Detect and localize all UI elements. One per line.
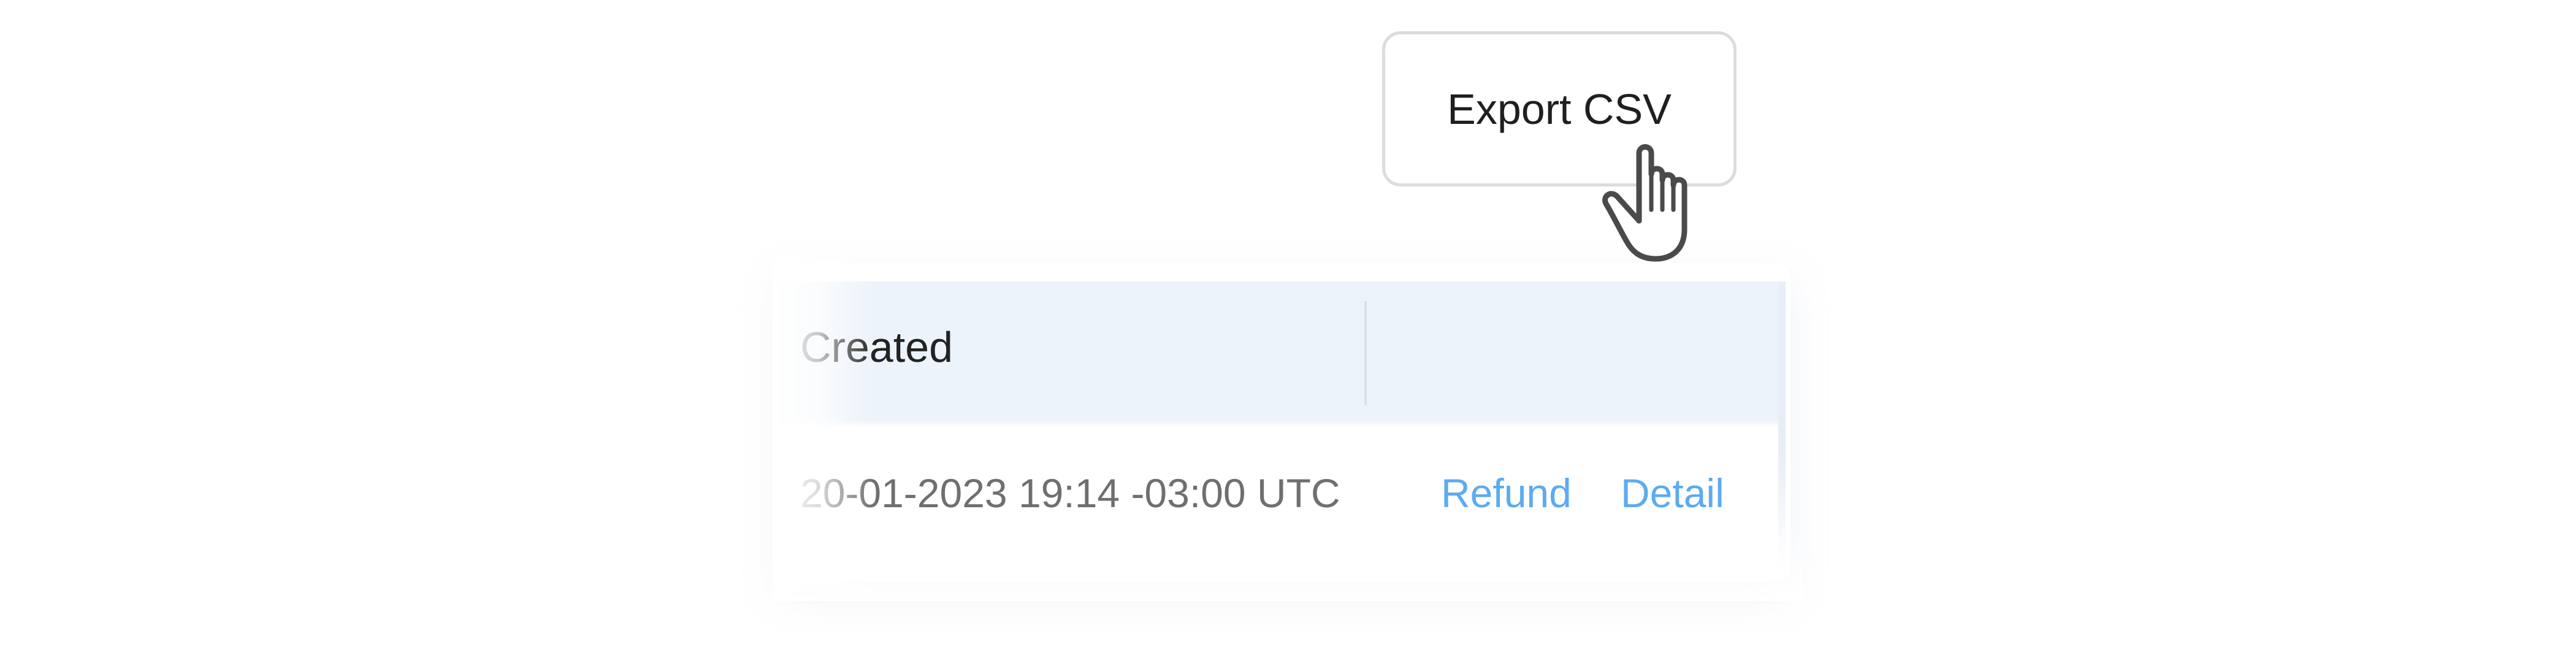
column-divider[interactable] bbox=[1364, 301, 1367, 405]
table-right-edge bbox=[1778, 282, 1786, 570]
refund-link[interactable]: Refund bbox=[1441, 470, 1572, 516]
transactions-table: Created 20-01-2023 19:14 -03:00 UTC Refu… bbox=[779, 263, 1791, 582]
header-shadow bbox=[779, 420, 1778, 428]
column-header-created[interactable]: Created bbox=[800, 323, 953, 372]
export-csv-button[interactable]: Export CSV bbox=[1382, 31, 1737, 186]
created-date-cell: 20-01-2023 19:14 -03:00 UTC bbox=[800, 470, 1340, 516]
stage: Export CSV Created 20-01-2023 19:14 -03:… bbox=[0, 0, 2576, 663]
detail-link[interactable]: Detail bbox=[1621, 470, 1724, 516]
